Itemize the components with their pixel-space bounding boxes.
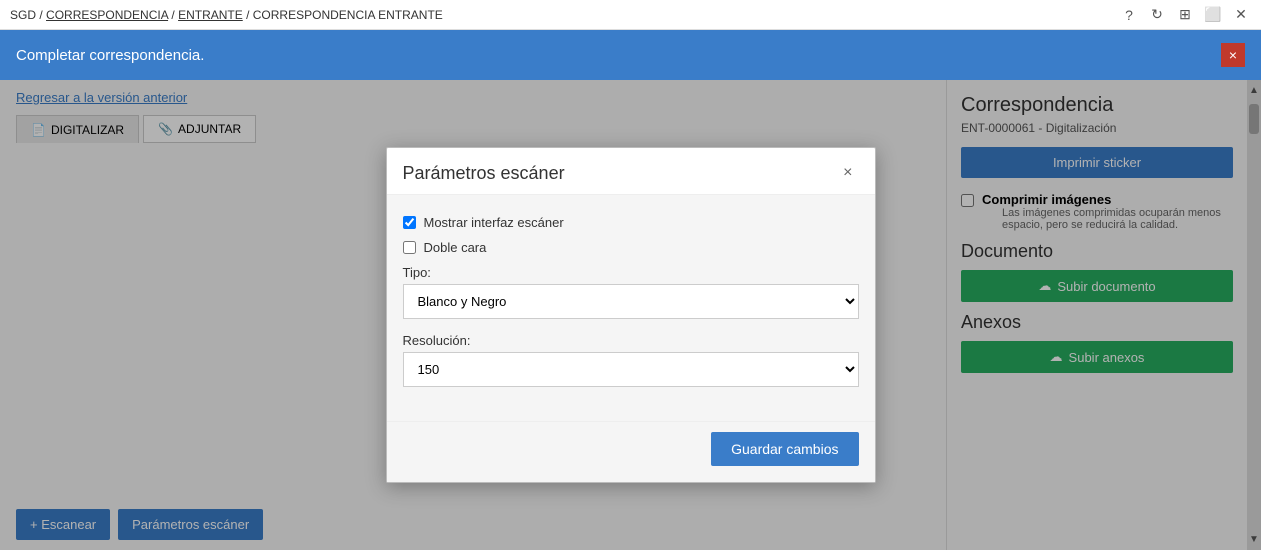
- doble-cara-row: Doble cara: [403, 240, 859, 255]
- modal-overlay: Parámetros escáner × Mostrar interfaz es…: [0, 80, 1261, 550]
- help-icon[interactable]: ?: [1119, 5, 1139, 25]
- notification-bar: Completar correspondencia. ×: [0, 30, 1261, 80]
- resolucion-group: Resolución: 75 100 150 200 300 600: [403, 333, 859, 387]
- breadcrumb-entrante[interactable]: ENTRANTE: [178, 8, 243, 22]
- mostrar-interfaz-checkbox[interactable]: [403, 216, 416, 229]
- modal-header: Parámetros escáner ×: [387, 148, 875, 195]
- mostrar-interfaz-label: Mostrar interfaz escáner: [424, 215, 564, 230]
- top-bar: SGD / CORRESPONDENCIA / ENTRANTE / CORRE…: [0, 0, 1261, 30]
- notification-message: Completar correspondencia.: [16, 47, 204, 64]
- resolucion-label: Resolución:: [403, 333, 859, 348]
- breadcrumb-sgd: SGD: [10, 8, 36, 22]
- settings-icon[interactable]: ⊞: [1175, 5, 1195, 25]
- main-content: Regresar a la versión anterior 📄 DIGITAL…: [0, 80, 1261, 550]
- tipo-select[interactable]: Blanco y Negro Color Escala de grises: [403, 284, 859, 319]
- doble-cara-label: Doble cara: [424, 240, 487, 255]
- refresh-icon[interactable]: ↻: [1147, 5, 1167, 25]
- modal-footer: Guardar cambios: [387, 421, 875, 482]
- doble-cara-checkbox[interactable]: [403, 241, 416, 254]
- notification-close-button[interactable]: ×: [1221, 43, 1245, 67]
- resolucion-select[interactable]: 75 100 150 200 300 600: [403, 352, 859, 387]
- save-changes-button[interactable]: Guardar cambios: [711, 432, 858, 466]
- scanner-params-modal: Parámetros escáner × Mostrar interfaz es…: [386, 147, 876, 483]
- tipo-label: Tipo:: [403, 265, 859, 280]
- close-icon[interactable]: ✕: [1231, 5, 1251, 25]
- tipo-group: Tipo: Blanco y Negro Color Escala de gri…: [403, 265, 859, 319]
- mostrar-interfaz-row: Mostrar interfaz escáner: [403, 215, 859, 230]
- breadcrumb-page: CORRESPONDENCIA ENTRANTE: [253, 8, 443, 22]
- modal-close-button[interactable]: ×: [837, 162, 858, 184]
- modal-title: Parámetros escáner: [403, 163, 565, 184]
- breadcrumb: SGD / CORRESPONDENCIA / ENTRANTE / CORRE…: [10, 8, 443, 22]
- top-icon-group: ? ↻ ⊞ ⬜ ✕: [1119, 5, 1251, 25]
- breadcrumb-correspondencia[interactable]: CORRESPONDENCIA: [46, 8, 168, 22]
- maximize-icon[interactable]: ⬜: [1203, 5, 1223, 25]
- modal-body: Mostrar interfaz escáner Doble cara Tipo…: [387, 195, 875, 421]
